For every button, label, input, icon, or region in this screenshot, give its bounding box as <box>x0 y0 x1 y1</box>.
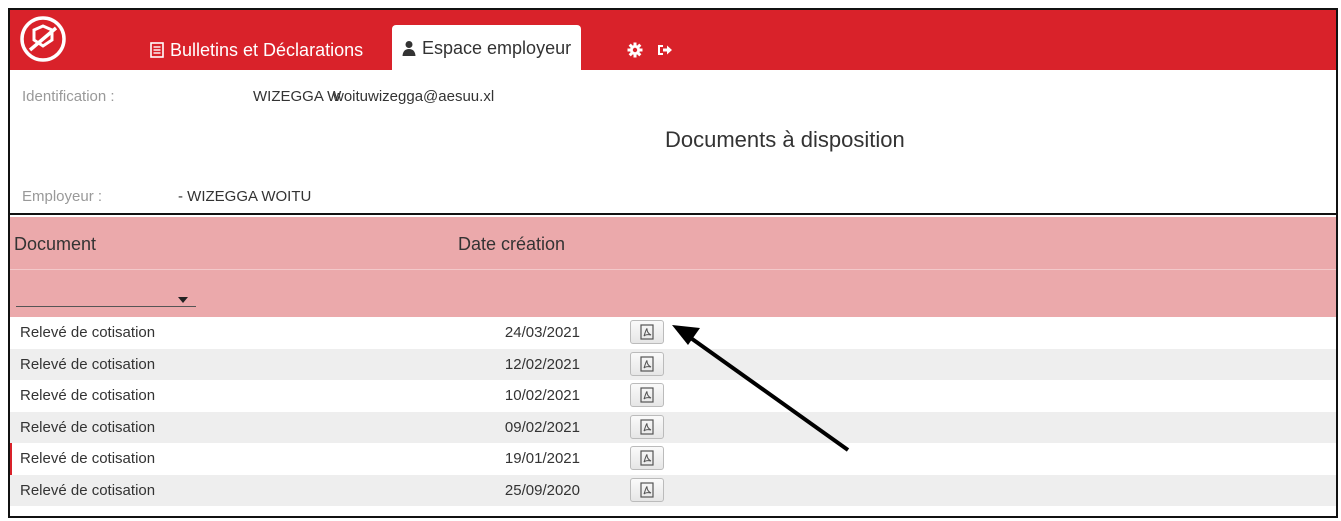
date-cell: 10/02/2021 <box>504 387 580 404</box>
date-cell: 12/02/2021 <box>504 355 580 373</box>
column-header-date[interactable]: Date création <box>458 234 565 255</box>
table-row: Relevé de cotisation 10/02/2021 <box>10 380 1336 412</box>
identification-name: WIZEGGA W <box>253 88 342 105</box>
tab-bulletins-declarations[interactable]: Bulletins et Déclarations <box>150 30 363 70</box>
document-cell: Relevé de cotisation <box>20 450 156 467</box>
table-row: Relevé de cotisation 12/02/2021 <box>10 348 1336 380</box>
pdf-icon <box>640 387 654 403</box>
gear-icon[interactable] <box>627 42 643 58</box>
identification-label: Identification : <box>22 88 115 105</box>
header-divider <box>10 269 1336 270</box>
identification-panel: Identification : WIZEGGA W woituwizegga@… <box>10 70 1336 215</box>
app-window: Bulletins et Déclarations Espace employe… <box>8 8 1338 518</box>
tab-label: Bulletins et Déclarations <box>170 40 364 60</box>
table-row: Relevé de cotisation 19/01/2021 <box>10 443 1336 475</box>
pdf-icon <box>640 418 654 435</box>
logo-icon[interactable] <box>20 16 66 62</box>
employeur-label: Employeur : <box>22 188 103 205</box>
documents-table-body: Relevé de cotisation 24/03/2021 Relevé d… <box>10 317 1336 506</box>
logout-icon[interactable] <box>657 42 673 58</box>
date-cell: 09/02/2021 <box>504 418 580 436</box>
document-cell: Relevé de cotisation <box>20 324 156 341</box>
table-header: Document Date création <box>10 217 1336 317</box>
caret-down-icon <box>178 297 188 303</box>
employeur-value: - WIZEGGA WOITU <box>178 188 312 205</box>
document-cell: Relevé de cotisation <box>20 387 156 404</box>
download-pdf-button[interactable] <box>630 414 664 439</box>
download-pdf-button[interactable] <box>630 351 664 376</box>
document-cell: Relevé de cotisation <box>20 355 156 373</box>
document-cell: Relevé de cotisation <box>20 418 156 436</box>
tab-label: Espace employeur <box>422 37 572 58</box>
identification-email: woituwizegga@aesuu.xl <box>333 88 495 105</box>
row-marker <box>10 443 12 475</box>
table-row: Relevé de cotisation 25/09/2020 <box>10 474 1336 506</box>
date-cell: 24/03/2021 <box>504 324 580 341</box>
document-filter-dropdown[interactable] <box>16 287 196 307</box>
download-pdf-button[interactable] <box>630 446 664 470</box>
document-cell: Relevé de cotisation <box>20 481 156 499</box>
pdf-icon <box>640 355 654 372</box>
date-cell: 19/01/2021 <box>504 450 580 467</box>
table-row: Relevé de cotisation 09/02/2021 <box>10 411 1336 443</box>
date-cell: 25/09/2020 <box>504 481 580 499</box>
pdf-icon <box>640 450 654 466</box>
download-pdf-button[interactable] <box>630 320 664 344</box>
column-header-document[interactable]: Document <box>14 234 96 255</box>
download-pdf-button[interactable] <box>630 477 664 502</box>
document-icon <box>150 42 164 58</box>
top-navbar: Bulletins et Déclarations Espace employe… <box>10 10 1336 70</box>
pdf-icon <box>640 481 654 498</box>
download-pdf-button[interactable] <box>630 383 664 407</box>
pdf-icon <box>640 324 654 340</box>
page-title: Documents à disposition <box>665 127 905 152</box>
tab-espace-employeur[interactable]: Espace employeur <box>392 25 582 70</box>
user-icon <box>402 40 416 56</box>
table-row: Relevé de cotisation 24/03/2021 <box>10 317 1336 349</box>
